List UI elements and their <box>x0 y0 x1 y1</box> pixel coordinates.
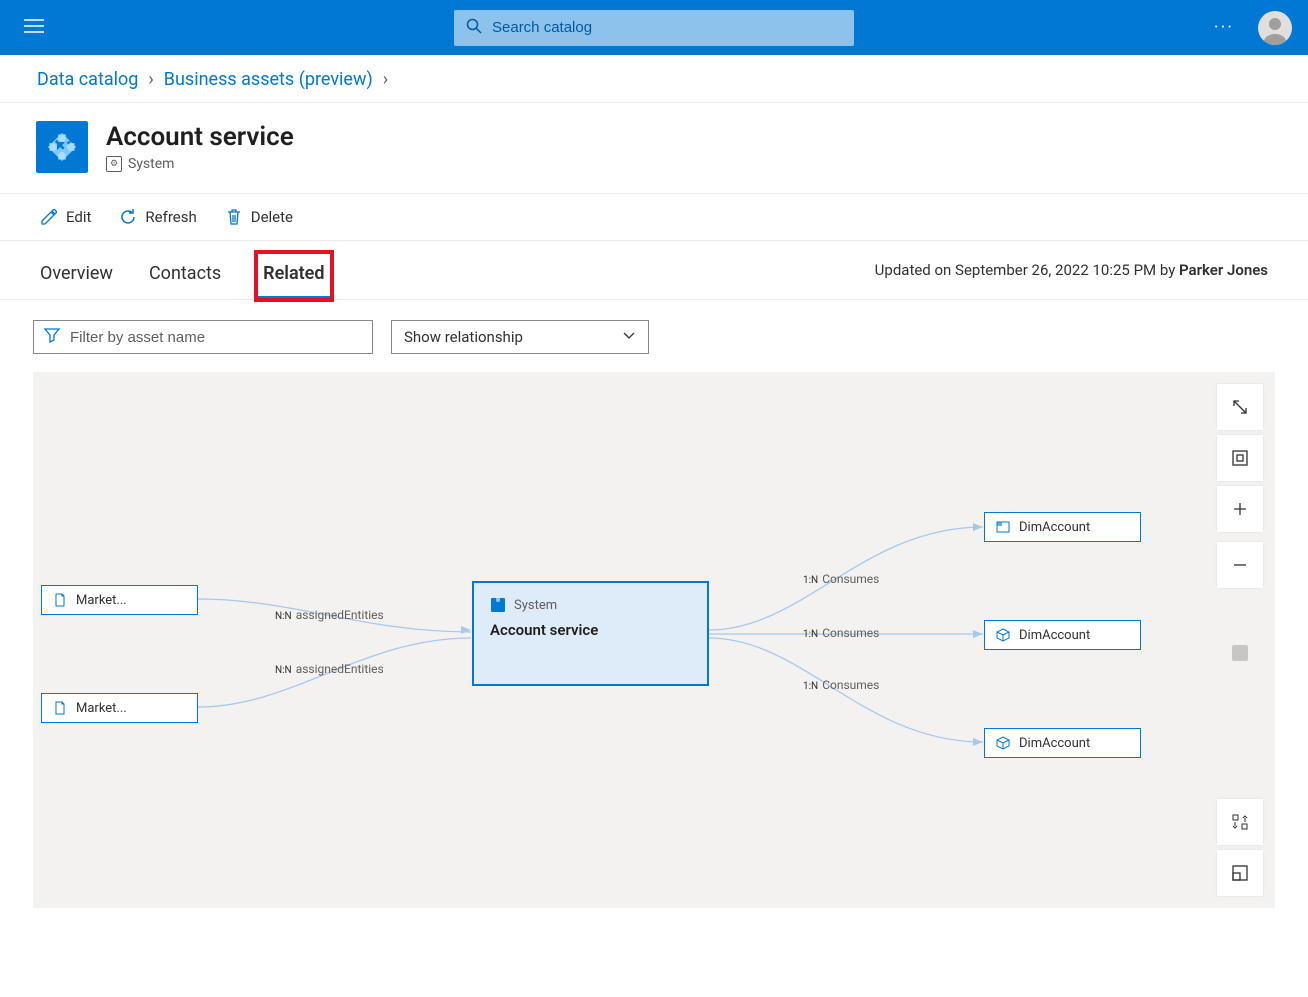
top-bar: ··· <box>0 0 1308 55</box>
cardinality: N:N <box>275 665 292 676</box>
relation-name: assignedEntities <box>296 662 384 676</box>
layout-toggle-button[interactable] <box>1217 799 1263 845</box>
cardinality: 1:N <box>803 575 818 586</box>
asset-type-label: System <box>128 156 174 172</box>
delete-button[interactable]: Delete <box>225 208 293 226</box>
show-relationship-label: Show relationship <box>404 328 523 346</box>
breadcrumb-link-business-assets[interactable]: Business assets (preview) <box>164 69 373 90</box>
show-relationship-select[interactable]: Show relationship <box>391 320 649 354</box>
node-dimaccount-1[interactable]: DimAccount <box>984 512 1141 542</box>
puzzle-icon <box>490 597 506 613</box>
node-label: DimAccount <box>1019 628 1090 643</box>
cardinality: 1:N <box>803 681 818 692</box>
node-label: Market... <box>76 593 127 608</box>
relation-name: Consumes <box>822 678 879 692</box>
document-icon <box>52 700 68 716</box>
asset-header: Account service ⚙ System <box>0 103 1308 194</box>
chevron-down-icon <box>622 328 636 346</box>
tab-contacts[interactable]: Contacts <box>149 253 221 299</box>
search-input[interactable] <box>492 19 842 36</box>
zoom-out-button[interactable] <box>1217 542 1263 588</box>
cardinality: N:N <box>275 611 292 622</box>
breadcrumb-link-catalog[interactable]: Data catalog <box>37 69 138 90</box>
table-icon <box>995 519 1011 535</box>
updated-prefix: Updated on September 26, 2022 10:25 PM b… <box>875 261 1179 279</box>
relation-name: assignedEntities <box>296 608 384 622</box>
refresh-button[interactable]: Refresh <box>119 208 196 226</box>
action-bar: Edit Refresh Delete <box>0 194 1308 241</box>
tabs-row: Overview Contacts Related Updated on Sep… <box>0 241 1308 300</box>
tab-overview[interactable]: Overview <box>40 253 113 299</box>
edit-button[interactable]: Edit <box>40 208 91 226</box>
filter-icon <box>44 327 60 347</box>
node-market-1[interactable]: Market... <box>41 585 198 615</box>
filter-row: Show relationship <box>0 300 1308 372</box>
asset-type-icon <box>36 121 88 173</box>
search-icon <box>466 18 482 38</box>
refresh-label: Refresh <box>145 208 196 226</box>
relation-name: Consumes <box>822 572 879 586</box>
node-label: Market... <box>76 701 127 716</box>
cardinality: 1:N <box>803 629 818 640</box>
document-icon <box>52 592 68 608</box>
fit-to-screen-button[interactable] <box>1217 435 1263 481</box>
zoom-in-button[interactable] <box>1217 486 1263 532</box>
edge-label-consumes-1: 1:N Consumes <box>803 572 879 586</box>
node-dimaccount-2[interactable]: DimAccount <box>984 620 1141 650</box>
filter-input-wrap[interactable] <box>33 320 373 354</box>
relationship-canvas-wrap: Market... Market... N:NassignedEntities … <box>33 372 1275 908</box>
breadcrumb: Data catalog › Business assets (preview)… <box>0 55 1308 103</box>
node-label: DimAccount <box>1019 520 1090 535</box>
more-actions-button[interactable]: ··· <box>1214 17 1234 38</box>
edge-label-assigned-1: N:N assignedEntities <box>275 608 384 622</box>
chevron-right-icon: › <box>148 69 153 90</box>
updated-author: Parker Jones <box>1179 261 1268 279</box>
delete-icon <box>225 208 243 226</box>
delete-label: Delete <box>251 208 293 226</box>
zoom-thumb[interactable] <box>1232 645 1248 661</box>
canvas-controls-top <box>1217 384 1263 588</box>
fullscreen-button[interactable] <box>1217 384 1263 430</box>
relationship-canvas[interactable]: Market... Market... N:NassignedEntities … <box>33 372 1275 908</box>
node-market-2[interactable]: Market... <box>41 693 198 723</box>
node-title: Account service <box>490 621 598 639</box>
page-title: Account service <box>106 122 294 152</box>
cube-icon <box>995 735 1011 751</box>
canvas-controls-bottom <box>1217 799 1263 896</box>
tab-related[interactable]: Related <box>257 253 330 299</box>
node-label: DimAccount <box>1019 736 1090 751</box>
edge-label-consumes-3: 1:N Consumes <box>803 678 879 692</box>
cube-icon <box>995 627 1011 643</box>
edit-label: Edit <box>66 208 91 226</box>
filter-input[interactable] <box>70 329 362 346</box>
node-dimaccount-3[interactable]: DimAccount <box>984 728 1141 758</box>
node-type: System <box>514 598 557 613</box>
relation-name: Consumes <box>822 626 879 640</box>
refresh-icon <box>119 208 137 226</box>
system-type-icon: ⚙ <box>106 156 122 172</box>
edge-label-consumes-2: 1:N Consumes <box>803 626 879 640</box>
hamburger-menu-button[interactable] <box>16 10 52 45</box>
search-container <box>454 10 854 46</box>
avatar[interactable] <box>1258 11 1292 45</box>
updated-by-text: Updated on September 26, 2022 10:25 PM b… <box>875 247 1268 293</box>
search-box[interactable] <box>454 10 854 46</box>
minimap-toggle-button[interactable] <box>1217 850 1263 896</box>
node-main-account-service[interactable]: System Account service <box>472 581 709 686</box>
chevron-right-icon: › <box>383 69 388 90</box>
edge-label-assigned-2: N:N assignedEntities <box>275 662 384 676</box>
edit-icon <box>40 208 58 226</box>
